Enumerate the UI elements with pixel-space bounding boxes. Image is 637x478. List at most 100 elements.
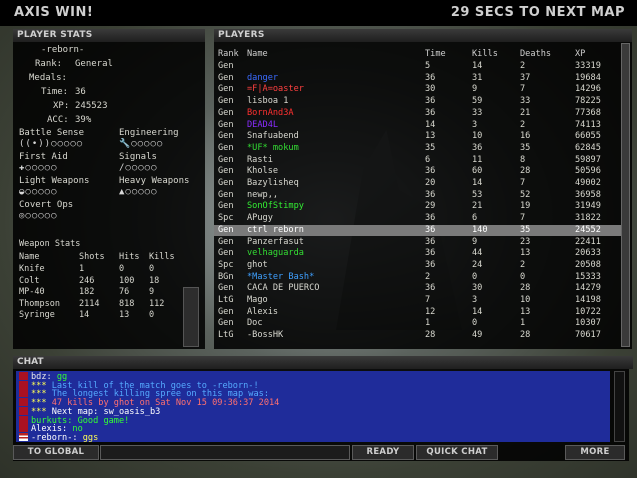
player-name: =F|A=oaster — [247, 84, 304, 95]
player-row[interactable]: Spc APugy 36 6 7 31822 — [214, 213, 622, 225]
player-rank: Gen — [218, 131, 234, 142]
player-row[interactable]: Gen Bazylisheq 20 14 7 49002 — [214, 178, 622, 190]
player-kills: 30 — [472, 283, 483, 294]
player-xp: 78225 — [575, 96, 601, 107]
player-row[interactable]: Gen Snafuabend 13 10 16 66055 — [214, 131, 622, 143]
players-panel: PLAYERS Rank Name Time Kills Deaths XP Gen 5 14… — [214, 29, 632, 349]
player-time: 36 — [425, 283, 436, 294]
player-rank: Spc — [218, 259, 234, 270]
skill-signals-label: Signals — [119, 152, 157, 162]
player-row[interactable]: Gen 5 14 2 33319 — [214, 61, 622, 73]
player-row[interactable]: Gen BornAnd3A 36 33 21 77368 — [214, 108, 622, 120]
player-row[interactable]: Gen danger 36 31 37 19684 — [214, 73, 622, 85]
country-flag-icon — [19, 432, 28, 441]
player-row[interactable]: Gen velhaguarda 36 44 13 20633 — [214, 248, 622, 260]
player-row[interactable]: Gen Alexis 12 14 13 10722 — [214, 307, 622, 319]
player-row[interactable]: Gen Panzerfasut 36 9 23 22411 — [214, 237, 622, 249]
player-row[interactable]: Gen CACA DE PUERCO 36 30 28 14279 — [214, 283, 622, 295]
quick-chat-button[interactable]: QUICK CHAT — [416, 445, 498, 460]
player-name: Doc — [247, 318, 263, 329]
light-weapons-dots: ◒○○○○○ — [19, 187, 58, 197]
player-deaths: 13 — [520, 248, 531, 259]
player-row[interactable]: Gen Rasti 6 11 8 59897 — [214, 155, 622, 167]
player-name: velhaguarda — [247, 248, 304, 259]
players-scroll-thumb[interactable] — [621, 43, 630, 347]
player-time: 36 — [425, 248, 436, 259]
acc-label: ACC: — [47, 115, 69, 125]
player-row[interactable]: Gen =F|A=oaster 30 9 7 14296 — [214, 84, 622, 96]
player-time: 36 — [425, 259, 436, 270]
player-deaths: 2 — [520, 119, 526, 130]
chat-input[interactable] — [100, 445, 350, 460]
player-name: *UF* mokum — [247, 142, 299, 153]
player-deaths: 13 — [520, 306, 531, 317]
player-row[interactable]: Gen lisboa 1 36 59 33 78225 — [214, 96, 622, 108]
player-kills: 49 — [472, 330, 483, 341]
player-rank: Gen — [218, 224, 234, 235]
player-row[interactable]: Gen Kholse 36 60 28 50596 — [214, 166, 622, 178]
covert-ops-dots: ◎○○○○○ — [19, 211, 58, 221]
player-name: Panzerfasut — [247, 236, 304, 247]
player-rank: Gen — [218, 236, 234, 247]
player-row[interactable]: Gen newp,, 36 53 52 36958 — [214, 190, 622, 202]
player-name: -BossHK — [247, 330, 284, 341]
skill-covert-ops-label: Covert Ops — [19, 200, 74, 210]
player-time: 14 — [425, 119, 436, 130]
player-time: 20 — [425, 178, 436, 188]
player-xp: 10722 — [575, 306, 601, 317]
player-row[interactable]: Gen Doc 1 0 1 10307 — [214, 318, 622, 330]
players-scrollbar[interactable] — [621, 43, 630, 347]
player-xp: 15333 — [575, 271, 601, 282]
player-kills: 14 — [472, 178, 483, 188]
player-row[interactable]: Gen ctrl reborn 36 140 35 24552 — [214, 224, 622, 237]
player-kills: 31 — [472, 72, 483, 83]
player-kills: 14 — [472, 306, 483, 317]
player-deaths: 2 — [520, 61, 526, 71]
player-rank: Gen — [218, 318, 234, 329]
weapon-cell: 76 — [119, 287, 130, 298]
player-rank: Gen — [218, 306, 234, 317]
player-xp: 77368 — [575, 107, 601, 118]
player-xp: 10307 — [575, 318, 601, 329]
country-flag-icon — [19, 389, 28, 398]
player-name: Mago — [247, 295, 268, 305]
player-name: DEAD4L — [247, 119, 279, 130]
player-xp: 24552 — [575, 224, 601, 235]
player-row[interactable]: Spc ghot 36 24 2 20508 — [214, 260, 622, 272]
player-name: Alexis — [247, 306, 279, 317]
player-rank: Gen — [218, 154, 234, 165]
player-xp: 62845 — [575, 142, 601, 153]
player-kills: 33 — [472, 107, 483, 118]
skill-first-aid-label: First Aid — [19, 152, 68, 162]
to-global-button[interactable]: TO GLOBAL — [13, 445, 99, 460]
player-rank: Gen — [218, 107, 234, 118]
country-flag-icon — [19, 380, 28, 389]
player-time: 36 — [425, 166, 436, 177]
stats-scrollbar[interactable] — [183, 287, 199, 347]
player-kills: 6 — [472, 213, 478, 224]
player-row[interactable]: BGn *Master Bash* 2 0 0 15333 — [214, 272, 622, 284]
player-rank: LtG — [218, 295, 234, 305]
player-row[interactable]: Gen DEAD4L 14 3 2 74113 — [214, 120, 622, 132]
player-deaths: 7 — [520, 84, 526, 95]
player-deaths: 7 — [520, 178, 526, 188]
skill-battle-sense-label: Battle Sense — [19, 128, 85, 138]
players-header: Rank Name Time Kills Deaths XP — [214, 49, 622, 61]
more-button[interactable]: MORE — [565, 445, 625, 460]
player-deaths: 28 — [520, 166, 531, 177]
heavy-weapons-dots: ▲○○○○○ — [119, 187, 158, 197]
player-row[interactable]: Gen *UF* mokum 35 36 35 62845 — [214, 143, 622, 155]
player-time: 6 — [425, 154, 431, 165]
player-name: ctrl reborn — [247, 224, 304, 235]
weapon-cell: Thompson — [19, 298, 60, 309]
weapon-cell: Colt — [19, 275, 40, 286]
player-deaths: 28 — [520, 283, 531, 294]
player-row[interactable]: Gen SonOfStimpy 29 21 19 31949 — [214, 201, 622, 213]
player-row[interactable]: LtG -BossHK 28 49 28 70617 — [214, 330, 622, 342]
ready-button[interactable]: READY — [352, 445, 414, 460]
weapon-header-name: Name — [19, 252, 40, 262]
battle-sense-dots: ((•))○○○○○ — [19, 139, 84, 149]
player-row[interactable]: LtG Mago 7 3 10 14198 — [214, 295, 622, 307]
player-rank: Gen — [218, 72, 234, 83]
chat-scrollbar[interactable] — [614, 371, 625, 442]
